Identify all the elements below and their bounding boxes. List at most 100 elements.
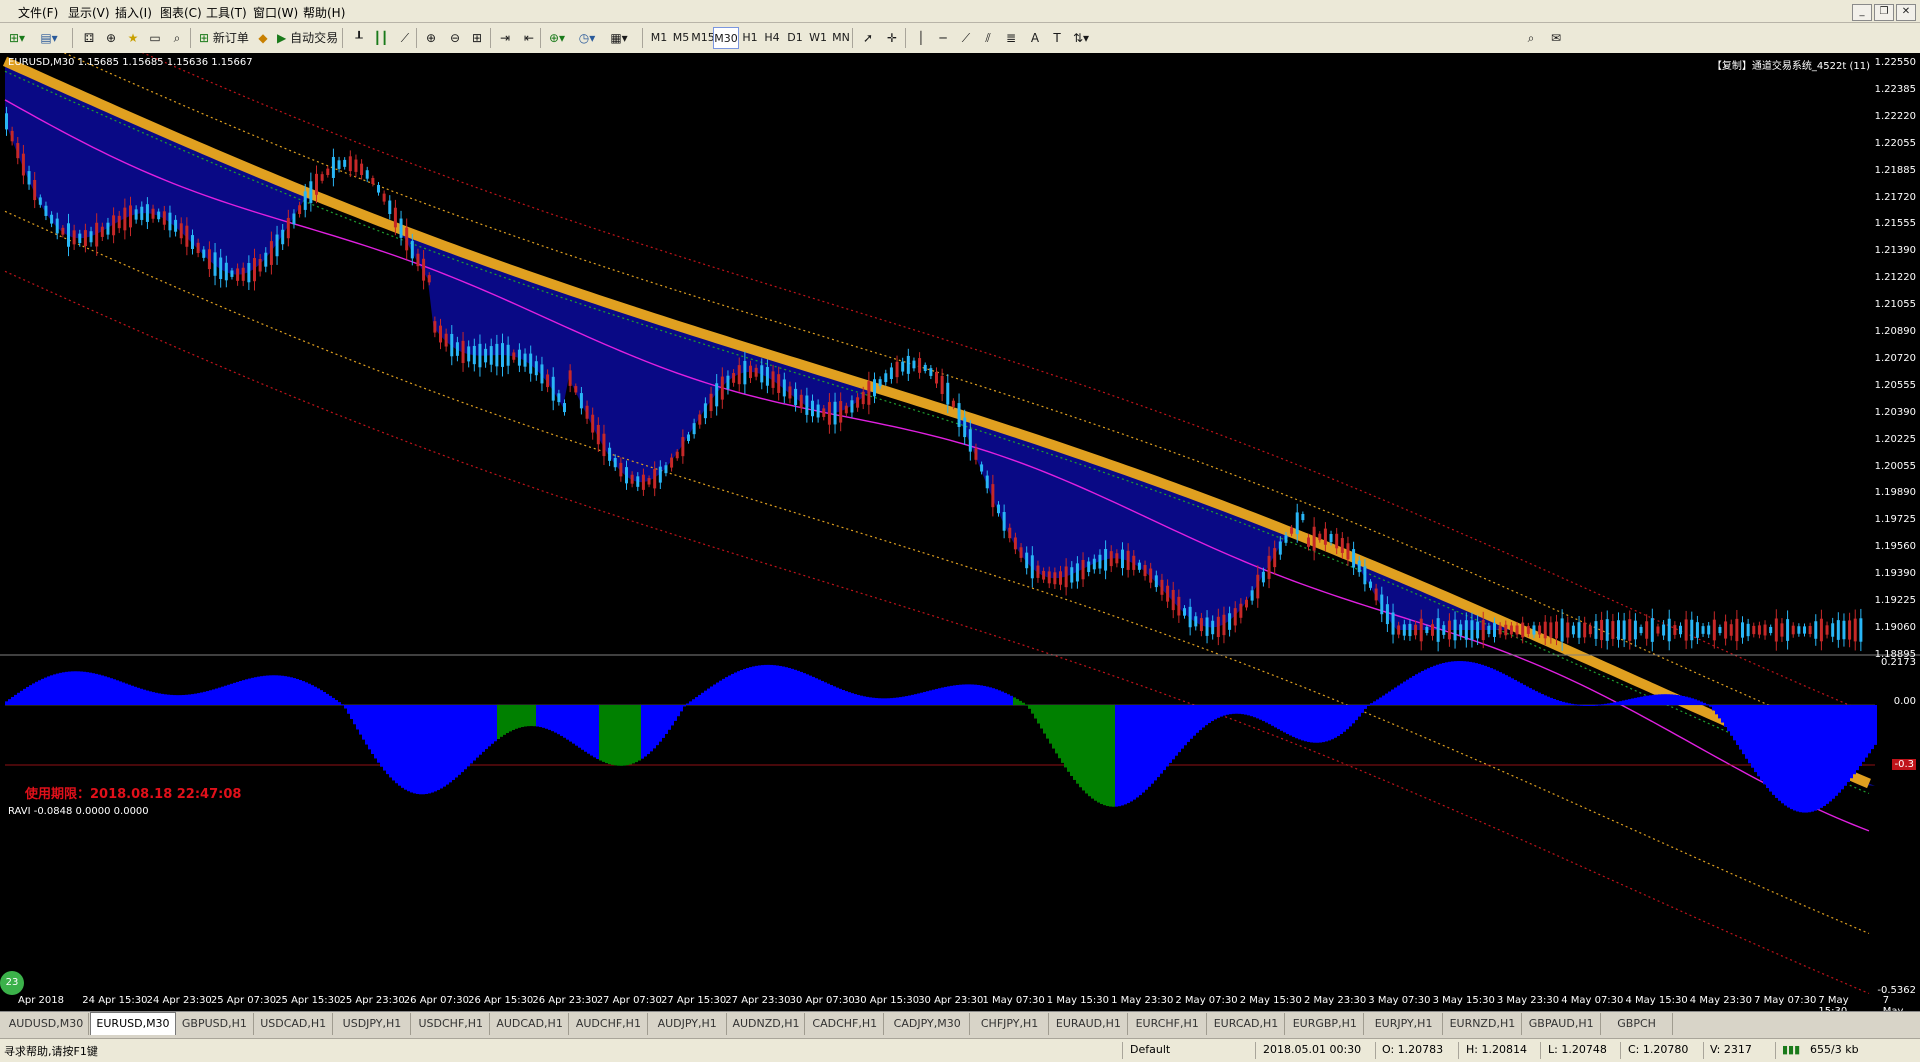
cursor-icon[interactable]: ➚: [857, 27, 879, 49]
chart-window[interactable]: EURUSD,M30 1.15685 1.15685 1.15636 1.156…: [0, 53, 1920, 1028]
price-tick: 1.22220: [1874, 110, 1916, 122]
chart-shift-icon[interactable]: ⇥: [494, 27, 516, 49]
chart-tab[interactable]: CADCHF,H1: [806, 1013, 885, 1035]
chart-tab[interactable]: AUDCHF,H1: [570, 1013, 648, 1035]
indicators-icon[interactable]: ⊕▾: [546, 27, 568, 49]
ravi-bar: [1334, 705, 1337, 738]
candle-body: [534, 361, 538, 376]
zoom-out-icon[interactable]: ⊖: [444, 27, 466, 49]
candle-body: [123, 207, 127, 231]
vertical-line-icon[interactable]: │: [910, 27, 932, 49]
restore-icon[interactable]: ❐: [1874, 4, 1894, 21]
ravi-bar: [749, 667, 752, 705]
ravi-bar: [1337, 705, 1340, 737]
navigator-icon[interactable]: ★: [122, 27, 144, 49]
ravi-bar: [881, 698, 884, 705]
chart-tab[interactable]: GBPCH: [1602, 1013, 1673, 1035]
trendline-icon[interactable]: ⟋: [955, 27, 977, 49]
indicator-badge[interactable]: 23: [0, 971, 24, 995]
market-watch-icon[interactable]: ⚃: [78, 27, 100, 49]
crosshair-icon[interactable]: ✛: [881, 27, 903, 49]
candle-body: [72, 230, 76, 245]
ravi-bar: [419, 705, 422, 795]
menu-tools[interactable]: 工具(T): [206, 4, 247, 21]
menu-file[interactable]: 文件(F): [18, 4, 58, 21]
menu-charts[interactable]: 图表(C): [160, 4, 202, 21]
autoscroll-icon[interactable]: ⇤: [518, 27, 540, 49]
chart-tab[interactable]: EURJPY,H1: [1365, 1013, 1443, 1035]
chart-tab[interactable]: EURCHF,H1: [1129, 1013, 1207, 1035]
chat-icon[interactable]: ✉: [1545, 27, 1567, 49]
chart-tab[interactable]: EURUSD,M30: [90, 1012, 176, 1035]
templates-icon[interactable]: ▦▾: [608, 27, 630, 49]
menu-help[interactable]: 帮助(H): [303, 4, 345, 21]
timeframe-mn[interactable]: MN: [828, 27, 854, 49]
chart-tab[interactable]: USDJPY,H1: [334, 1013, 412, 1035]
ravi-bar: [1439, 663, 1442, 705]
search-icon[interactable]: ⌕: [1520, 27, 1542, 49]
arrows-icon[interactable]: ⇅▾: [1070, 27, 1092, 49]
candle-body: [191, 235, 194, 249]
chart-tab[interactable]: USDCHF,H1: [412, 1013, 491, 1035]
chart-tab[interactable]: GBPAUD,H1: [1523, 1013, 1601, 1035]
candle-body: [472, 345, 476, 365]
ravi-bar: [1049, 705, 1052, 744]
fibonacci-icon[interactable]: ≣: [1000, 27, 1022, 49]
chart-tab[interactable]: EURCAD,H1: [1208, 1013, 1286, 1035]
ravi-bar: [257, 676, 260, 705]
chart-tab[interactable]: AUDUSD,M30: [4, 1013, 89, 1035]
chart-tab[interactable]: AUDNZD,H1: [728, 1013, 806, 1035]
ravi-bar: [50, 675, 53, 705]
channel-icon[interactable]: ⫽: [977, 27, 999, 49]
ravi-bar: [1709, 705, 1712, 707]
candlestick-icon[interactable]: ┃┃: [370, 27, 392, 49]
chart-tab[interactable]: AUDJPY,H1: [649, 1013, 727, 1035]
ravi-bar: [1289, 705, 1292, 736]
ravi-bar: [605, 705, 608, 764]
line-chart-icon[interactable]: ⟋: [394, 27, 416, 49]
connection-icon[interactable]: ▮▮▮: [1782, 1043, 1800, 1056]
text-icon[interactable]: A: [1024, 27, 1046, 49]
chart-tab[interactable]: USDCAD,H1: [255, 1013, 333, 1035]
strategy-tester-icon[interactable]: ⌕: [166, 27, 188, 49]
terminal-icon[interactable]: ▭: [144, 27, 166, 49]
tile-windows-icon[interactable]: ⊞: [466, 27, 488, 49]
chart-tab[interactable]: EURAUD,H1: [1050, 1013, 1128, 1035]
ravi-bar: [941, 687, 944, 705]
candle-body: [1245, 599, 1248, 608]
ravi-bar: [1649, 695, 1652, 705]
bar-chart-icon[interactable]: ┸: [348, 27, 370, 49]
status-open: O: 1.20783: [1382, 1043, 1444, 1056]
data-window-icon[interactable]: ⊕: [100, 27, 122, 49]
menu-window[interactable]: 窗口(W): [253, 4, 298, 21]
chart-tab[interactable]: EURNZD,H1: [1444, 1013, 1522, 1035]
metaeditor-icon[interactable]: ◆: [252, 27, 274, 49]
chart-tab[interactable]: AUDCAD,H1: [491, 1013, 569, 1035]
text-label-icon[interactable]: T: [1046, 27, 1068, 49]
ravi-bar: [1274, 705, 1277, 728]
periods-icon[interactable]: ◷▾: [576, 27, 598, 49]
candle-body: [1149, 568, 1153, 583]
chart-tab[interactable]: GBPUSD,H1: [176, 1013, 254, 1035]
zoom-in-icon[interactable]: ⊕: [420, 27, 442, 49]
price-scale[interactable]: 1.22550 1.22385 1.22220 1.22055 1.21885 1.217…: [1875, 53, 1920, 1011]
menu-view[interactable]: 显示(V): [68, 4, 110, 21]
candle-body: [112, 215, 116, 236]
chart-tab[interactable]: CADJPY,M30: [885, 1013, 971, 1035]
auto-trading-button[interactable]: ▶ 自动交易: [274, 27, 341, 49]
candle-body: [100, 226, 104, 237]
ravi-bar: [1823, 705, 1826, 807]
minimize-icon[interactable]: _: [1852, 4, 1872, 21]
chart-tab[interactable]: CHFJPY,H1: [971, 1013, 1049, 1035]
profiles-icon[interactable]: ▤▾: [38, 27, 60, 49]
time-axis[interactable]: Apr 2018 24 Apr 15:30 24 Apr 23:30 25 Apr 0…: [0, 993, 1912, 1028]
ravi-bar: [1073, 705, 1076, 780]
new-chart-icon[interactable]: ⊞▾: [6, 27, 28, 49]
close-icon[interactable]: ✕: [1896, 4, 1916, 21]
chart-tab[interactable]: EURGBP,H1: [1286, 1013, 1365, 1035]
menu-insert[interactable]: 插入(I): [115, 4, 152, 21]
new-order-button[interactable]: ⊞ 新订单: [196, 27, 252, 49]
horizontal-line-icon[interactable]: ─: [932, 27, 954, 49]
timeframe-m30[interactable]: M30: [713, 27, 739, 49]
ravi-bar: [641, 705, 644, 759]
